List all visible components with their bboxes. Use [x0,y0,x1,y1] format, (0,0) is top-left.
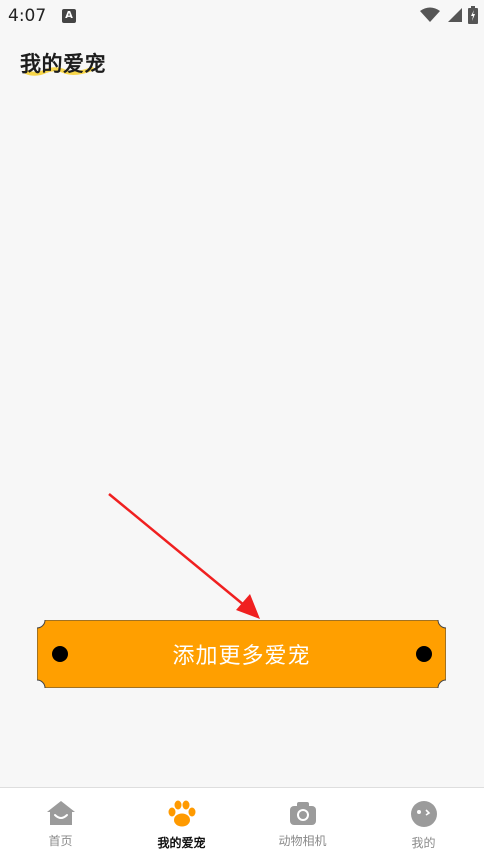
home-icon [46,801,75,825]
status-time: 4:07 [8,6,47,26]
tab-mine[interactable]: 我的 [363,788,484,860]
add-more-pets-label: 添加更多爱宠 [172,644,311,669]
tab-my-pets[interactable]: 我的爱宠 [121,788,242,860]
tab-animal-camera[interactable]: 动物相机 [242,788,363,860]
tab-home[interactable]: 首页 [0,788,121,860]
paw-icon [168,800,195,827]
bottom-tab-bar: 首页 我的爱宠 动物相机 我的 [0,787,484,860]
page-title: 我的爱宠 [20,52,106,76]
status-icons [420,6,478,24]
tab-animal-camera-label: 动物相机 [278,834,327,848]
status-bar: 4:07 A [0,0,484,32]
profile-face-icon [410,801,437,827]
tab-my-pets-label: 我的爱宠 [157,836,206,850]
camera-icon [289,802,316,825]
wifi-icon [420,7,440,22]
signal-icon [448,8,462,22]
arrow-annotation-icon [108,493,260,619]
add-more-pets-button[interactable]: 添加更多爱宠 [37,620,446,688]
tab-mine-label: 我的 [411,836,436,850]
tab-home-label: 首页 [48,834,73,848]
notification-icon: A [62,9,76,23]
battery-icon [468,6,478,24]
